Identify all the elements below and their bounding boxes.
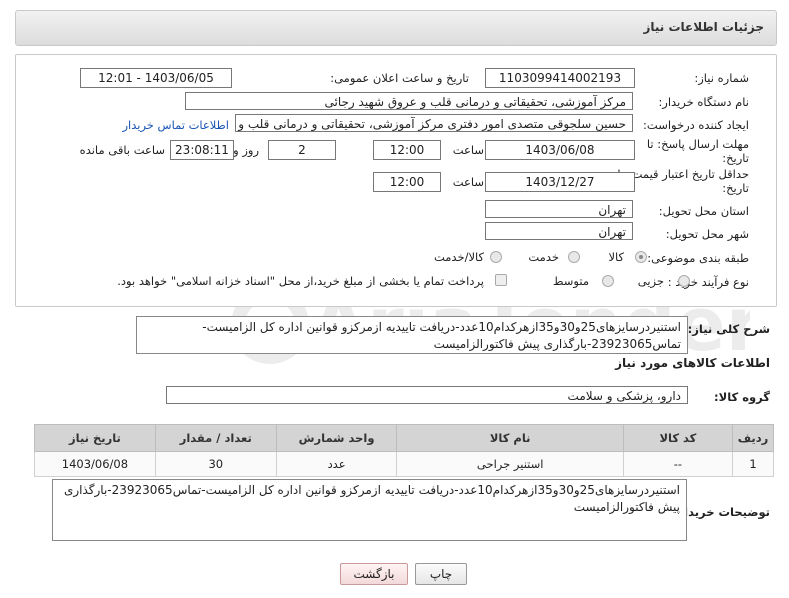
cell-code: -- (622, 451, 733, 477)
days-field: 2 (268, 140, 336, 160)
category-goods-radio[interactable] (635, 251, 647, 263)
cell-name: استنیر جراحی (396, 451, 624, 477)
col-name: نام کالا (396, 424, 624, 452)
back-button[interactable]: بازگشت (340, 563, 408, 585)
process-small-radio[interactable] (678, 275, 690, 287)
province-field: تهران (485, 200, 633, 218)
contact-info-link[interactable]: اطلاعات تماس خریدار (122, 118, 229, 132)
treasury-note: پرداخت تمام یا بخشی از مبلغ خرید،از محل … (117, 274, 484, 288)
city-field: تهران (485, 222, 633, 240)
header-panel: جزئیات اطلاعات نیاز (15, 10, 777, 46)
page-title: جزئیات اطلاعات نیاز (643, 20, 764, 34)
buyer-org-label: نام دستگاه خریدار: (658, 95, 749, 109)
reply-date-field: 1403/06/08 (485, 140, 635, 160)
col-row: ردیف (731, 424, 775, 452)
process-medium-radio[interactable] (602, 275, 614, 287)
treasury-checkbox[interactable] (495, 274, 507, 286)
province-label: استان محل تحویل: (658, 204, 749, 218)
reply-time-field: 12:00 (373, 140, 441, 160)
cell-unit: عدد (275, 451, 398, 477)
description-textarea[interactable]: استنیردرسایزهای25و30و35ازهرکدام10عدد-دری… (136, 316, 688, 354)
price-date-field: 1403/12/27 (485, 172, 635, 192)
col-unit: واحد شمارش (275, 424, 398, 452)
col-qty: تعداد / مقدار (154, 424, 277, 452)
description-label: شرح کلی نیاز: (687, 322, 770, 336)
creator-label: ایجاد کننده درخواست: (643, 118, 749, 132)
category-service-radio[interactable] (568, 251, 580, 263)
price-time-field: 12:00 (373, 172, 441, 192)
goods-group-field: دارو، پزشکی و سلامت (166, 386, 688, 404)
category-goods-label: کالا (608, 250, 624, 264)
process-small-label: جزیی (637, 274, 664, 288)
announce-label: تاریخ و ساعت اعلان عمومی: (330, 71, 469, 85)
buyer-org-field: مرکز آموزشی، تحقیقاتی و درمانی قلب و عرو… (185, 92, 633, 110)
cell-row: 1 (731, 451, 775, 477)
price-hour-label: ساعت (452, 175, 484, 189)
remaining-time-field: 23:08:11 (170, 140, 234, 160)
creator-field: حسین سلجوقی متصدی امور دفتری مرکز آموزشی… (235, 114, 633, 132)
need-number-label: شماره نیاز: (694, 71, 749, 85)
col-date: تاریخ نیاز (34, 424, 156, 452)
table-row: 1 -- استنیر جراحی عدد 30 1403/06/08 (34, 451, 775, 477)
buyer-notes-textarea[interactable]: استنیردرسایزهای25و30و35ازهرکدام10عدد-دری… (52, 479, 687, 541)
process-medium-label: متوسط (552, 274, 589, 288)
print-button[interactable]: چاپ (415, 563, 467, 585)
cell-date: 1403/06/08 (34, 451, 156, 477)
city-label: شهر محل تحویل: (665, 227, 749, 241)
category-label: طبقه بندی موضوعی: (647, 251, 749, 265)
need-number-field: 1103099414002193 (485, 68, 635, 88)
price-validity-label-2: تاریخ: (722, 181, 749, 195)
reply-hour-label: ساعت (452, 143, 484, 157)
category-goods-service-label: کالا/خدمت (433, 250, 484, 264)
reply-deadline-label-2: تاریخ: (722, 151, 749, 165)
table-header-row: ردیف کد کالا نام کالا واحد شمارش تعداد /… (34, 424, 775, 452)
cell-qty: 30 (154, 451, 277, 477)
goods-info-title: اطلاعات کالاهای مورد نیاز (615, 356, 770, 370)
announce-field: 1403/06/05 - 12:01 (80, 68, 232, 88)
price-validity-label: حداقل تاریخ اعتبار قیمت: تا (617, 167, 749, 181)
goods-group-label: گروه کالا: (714, 390, 770, 404)
reply-deadline-label: مهلت ارسال پاسخ: تا (646, 137, 749, 151)
category-service-label: خدمت (528, 250, 559, 264)
days-and-label: روز و (233, 143, 259, 157)
buyer-notes-label: توضیحات خریدار: (672, 505, 770, 519)
category-goods-service-radio[interactable] (490, 251, 502, 263)
goods-table: ردیف کد کالا نام کالا واحد شمارش تعداد /… (34, 424, 775, 477)
col-code: کد کالا (622, 424, 733, 452)
remaining-label: ساعت باقی مانده (79, 143, 165, 157)
